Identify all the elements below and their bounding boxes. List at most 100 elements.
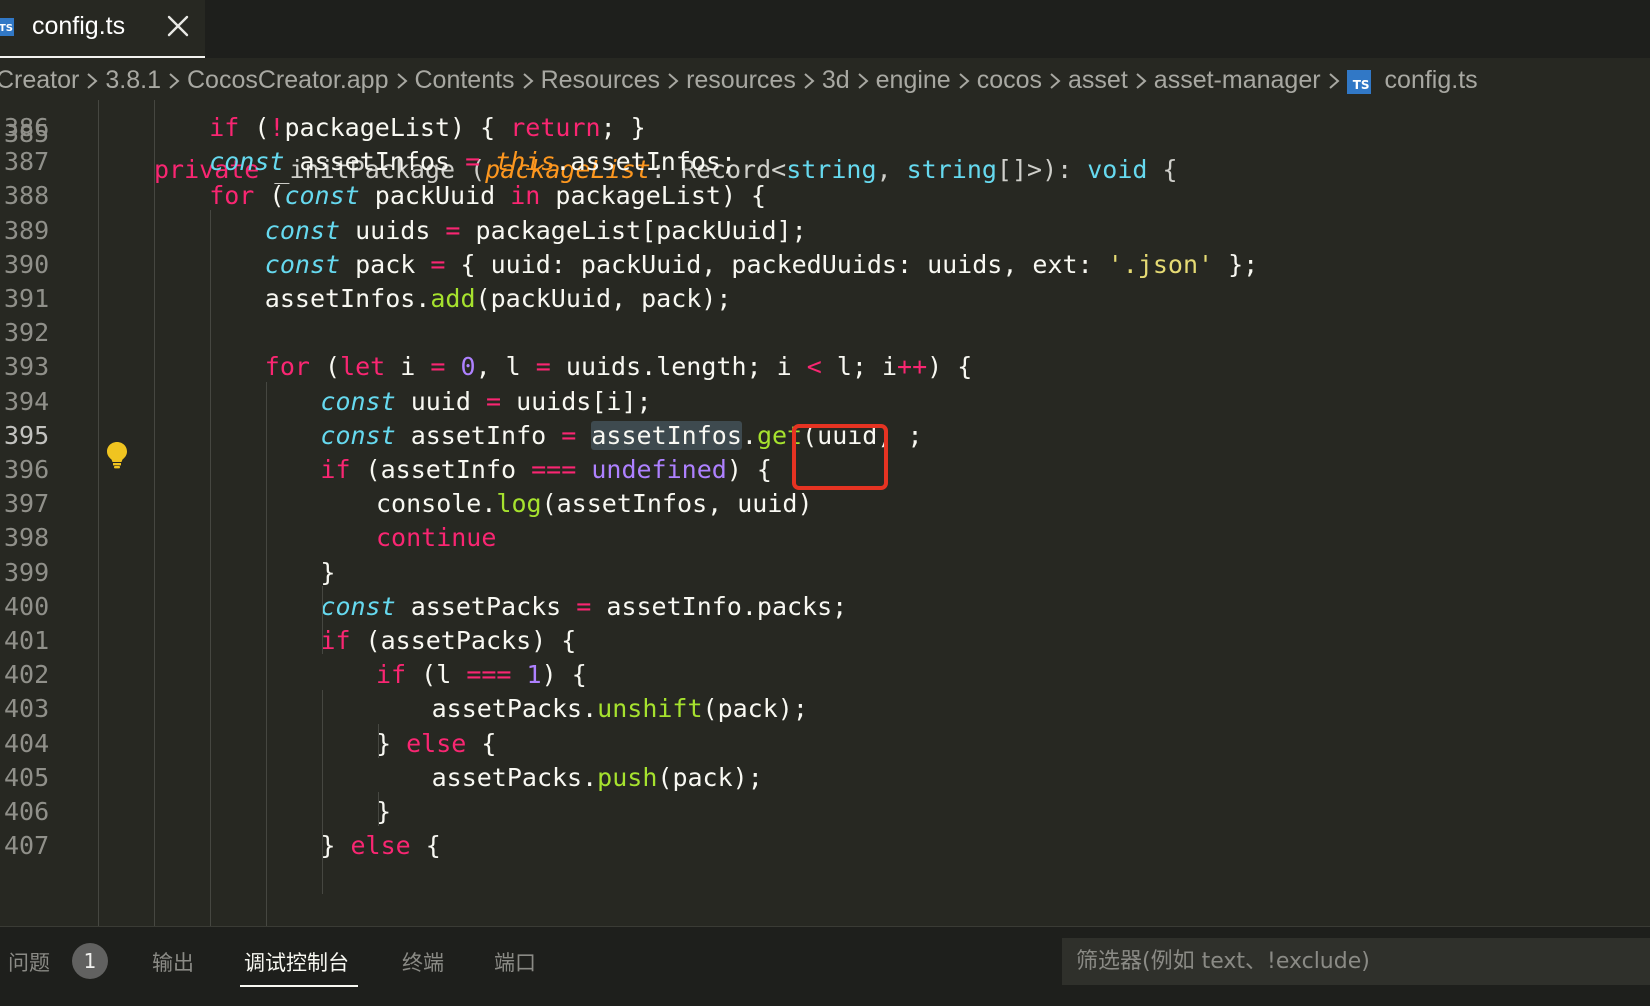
line-number: 402 bbox=[4, 660, 50, 690]
code-line: 386 if (!packageList) { return; } bbox=[0, 110, 1650, 146]
code-line: 403 assetPacks.unshift(pack); bbox=[0, 691, 1650, 727]
typescript-file-icon: TS bbox=[1346, 69, 1371, 94]
code-text: assetPacks.unshift(pack); bbox=[431, 694, 808, 724]
line-number: 387 bbox=[4, 147, 50, 177]
code-text: if (!packageList) { return; } bbox=[209, 113, 646, 142]
code-line: 387 const assetInfos = this.assetInfos; bbox=[0, 144, 1650, 180]
indent-guide bbox=[154, 100, 155, 926]
code-line: 393 for (let i = 0, l = uuids.length; i <… bbox=[0, 349, 1650, 385]
tab-terminal[interactable]: 终端 bbox=[402, 947, 444, 977]
chevron-right-icon bbox=[798, 69, 820, 93]
line-number: 405 bbox=[4, 762, 50, 792]
breadcrumb-item[interactable]: resources bbox=[686, 66, 796, 95]
tab-output[interactable]: 输出 bbox=[152, 947, 194, 977]
code-text: if (assetPacks) { bbox=[320, 626, 577, 655]
code-line: 402 if (l === 1) { bbox=[0, 657, 1650, 693]
line-number: 401 bbox=[4, 626, 50, 655]
breadcrumb-item[interactable]: Contents bbox=[415, 66, 515, 95]
indent-guide bbox=[98, 100, 99, 926]
typescript-file-icon: TS bbox=[0, 18, 14, 36]
chevron-right-icon bbox=[662, 69, 684, 93]
code-line: 389 const uuids = packageList[packUuid]; bbox=[0, 213, 1650, 249]
indent-guide bbox=[210, 210, 211, 926]
code-text: const assetPacks = assetInfo.packs; bbox=[320, 591, 848, 621]
active-tab-indicator bbox=[240, 985, 358, 987]
code-text: } else { bbox=[376, 728, 497, 758]
chevron-right-icon bbox=[163, 69, 185, 93]
code-line: 401 if (assetPacks) { bbox=[0, 623, 1650, 659]
code-text: if (assetInfo === undefined) { bbox=[320, 455, 772, 484]
line-number: 398 bbox=[4, 523, 50, 553]
line-number: 396 bbox=[4, 455, 50, 484]
breadcrumb-item[interactable]: Creator bbox=[0, 66, 79, 95]
code-line: 400 const assetPacks = assetInfo.packs; bbox=[0, 589, 1650, 625]
problems-count-badge: 1 bbox=[72, 943, 108, 979]
vscode-window: TS config.ts Creator 3.8.1 CocosCreator.ap… bbox=[0, 0, 1650, 1006]
breadcrumb-item[interactable]: engine bbox=[876, 66, 951, 95]
line-number: 390 bbox=[4, 249, 50, 279]
code-text: console.log(assetInfos, uuid) bbox=[376, 489, 813, 519]
code-text: const uuid = uuids[i]; bbox=[320, 386, 652, 416]
chevron-right-icon bbox=[81, 69, 103, 93]
bottom-panel: 问题 1 输出 调试控制台 终端 端口 bbox=[0, 926, 1650, 1006]
breadcrumb-item[interactable]: asset-manager bbox=[1154, 66, 1321, 95]
line-number: 399 bbox=[4, 557, 50, 587]
chevron-right-icon bbox=[1044, 69, 1066, 93]
chevron-right-icon bbox=[852, 69, 874, 93]
chevron-right-icon bbox=[953, 69, 975, 93]
editor-tab-bar: TS config.ts bbox=[0, 0, 1650, 58]
breadcrumb: Creator 3.8.1 CocosCreator.app Contents Reso… bbox=[0, 62, 1650, 102]
code-editor[interactable]: 385 private _initPackage (packageList: R… bbox=[0, 100, 1650, 926]
tab-problems[interactable]: 问题 bbox=[8, 947, 50, 977]
filter-input[interactable] bbox=[1062, 938, 1650, 985]
breadcrumb-item[interactable]: asset bbox=[1068, 66, 1128, 95]
chevron-right-icon bbox=[517, 69, 539, 93]
code-line: 394 const uuid = uuids[i]; bbox=[0, 384, 1650, 420]
breadcrumb-file[interactable]: TS config.ts bbox=[1346, 66, 1478, 95]
annotation-highlight-box bbox=[792, 424, 888, 490]
code-line: 399} bbox=[0, 555, 1650, 591]
indent-guide bbox=[322, 586, 323, 654]
line-number: 407 bbox=[4, 831, 50, 861]
chevron-right-icon bbox=[1130, 69, 1152, 93]
code-line: 405 assetPacks.push(pack); bbox=[0, 760, 1650, 796]
breadcrumb-item[interactable]: cocos bbox=[977, 66, 1042, 95]
tab-config-ts[interactable]: TS config.ts bbox=[0, 0, 205, 58]
line-number: 403 bbox=[4, 694, 50, 724]
code-line: 404 } else { bbox=[0, 726, 1650, 762]
code-text: continue bbox=[376, 523, 497, 553]
line-number: 389 bbox=[4, 215, 50, 245]
close-icon[interactable] bbox=[164, 12, 192, 40]
code-text: assetPacks.push(pack); bbox=[431, 762, 763, 792]
indent-guide bbox=[322, 690, 323, 894]
indent-guide bbox=[266, 382, 267, 926]
line-number: 394 bbox=[4, 386, 50, 416]
indent-guide bbox=[378, 724, 379, 758]
code-text: const pack = { uuid: packUuid, packedUui… bbox=[264, 249, 1259, 279]
line-number: 388 bbox=[4, 181, 50, 211]
lightbulb-icon[interactable] bbox=[104, 440, 130, 470]
breadcrumb-item[interactable]: 3.8.1 bbox=[105, 66, 161, 95]
breadcrumb-item[interactable]: Resources bbox=[541, 66, 661, 95]
tab-title: config.ts bbox=[32, 12, 126, 40]
breadcrumb-item[interactable]: CocosCreator.app bbox=[187, 66, 389, 95]
line-number: 392 bbox=[4, 318, 50, 348]
code-line: 391 assetInfos.add(packUuid, pack); bbox=[0, 281, 1650, 317]
chevron-right-icon bbox=[1323, 69, 1345, 93]
code-line: 406} bbox=[0, 794, 1650, 830]
line-number: 400 bbox=[4, 591, 50, 621]
code-line: 390 const pack = { uuid: packUuid, packed… bbox=[0, 247, 1650, 283]
breadcrumb-item[interactable]: 3d bbox=[822, 66, 850, 95]
line-number: 391 bbox=[4, 284, 50, 313]
tab-ports[interactable]: 端口 bbox=[494, 947, 536, 977]
tab-debug-console[interactable]: 调试控制台 bbox=[244, 947, 349, 977]
line-number: 395 bbox=[4, 420, 50, 450]
line-number: 404 bbox=[4, 728, 50, 758]
chevron-right-icon bbox=[391, 69, 413, 93]
code-line: 407} else { bbox=[0, 828, 1650, 864]
code-line: 397 console.log(assetInfos, uuid) bbox=[0, 486, 1650, 522]
line-number: 397 bbox=[4, 489, 50, 519]
code-line: 392 bbox=[0, 315, 1650, 351]
code-text: const uuids = packageList[packUuid]; bbox=[264, 215, 807, 245]
code-text: for (let i = 0, l = uuids.length; i < l;… bbox=[264, 352, 973, 382]
